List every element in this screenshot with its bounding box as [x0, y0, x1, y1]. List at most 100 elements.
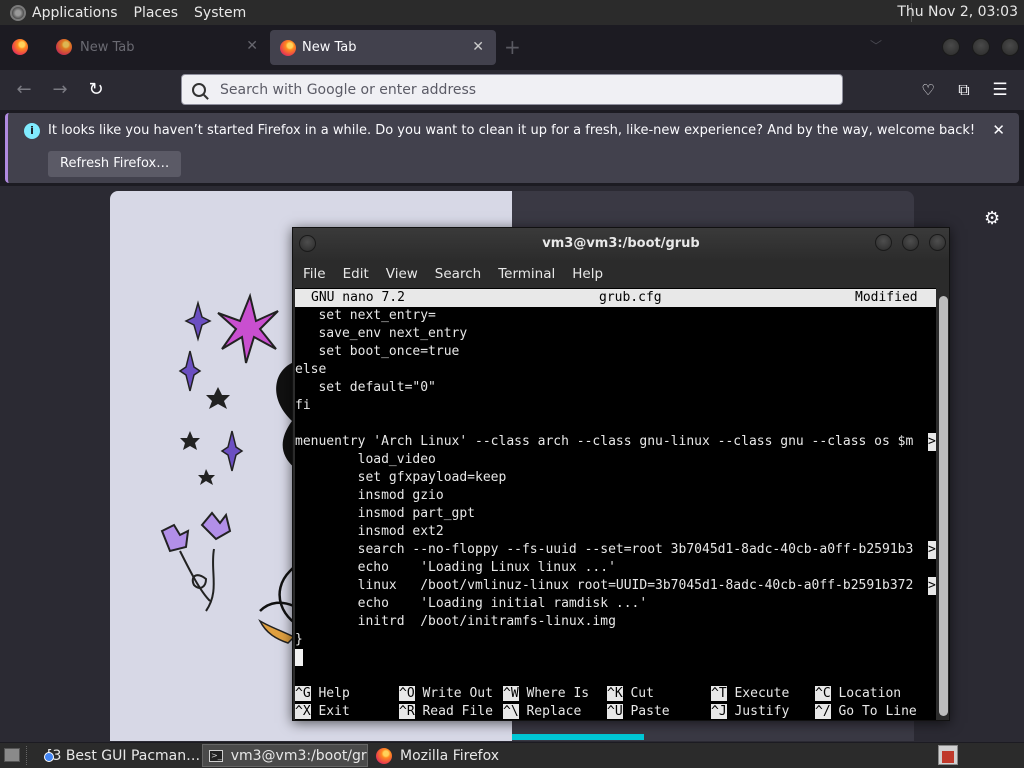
search-icon	[192, 82, 206, 97]
menu-view[interactable]: View	[386, 266, 418, 282]
menu-help[interactable]: Help	[572, 266, 603, 282]
terminal-window: vm3@vm3:/boot/grub File Edit View Search…	[292, 227, 950, 721]
shortcut-exit[interactable]: ^X Exit	[295, 703, 350, 720]
url-bar[interactable]	[181, 74, 843, 105]
info-icon: i	[24, 123, 40, 139]
panel-clock[interactable]: Thu Nov 2, 03:03	[897, 4, 1018, 20]
hamburger-menu-icon[interactable]: ☰	[988, 78, 1012, 102]
shortcut-location[interactable]: ^C Location	[815, 685, 901, 703]
close-icon[interactable]: ✕	[992, 121, 1005, 139]
minimize-button[interactable]	[875, 234, 892, 251]
terminal-menubar: File Edit View Search Terminal Help	[293, 260, 949, 288]
text-cursor	[295, 649, 303, 666]
bottom-taskbar: [3 Best GUI Pacman… >_ vm3@vm3:/boot/gr……	[0, 743, 1024, 768]
top-panel: Applications Places System Thu Nov 2, 03…	[0, 0, 1024, 25]
code-line: echo 'Loading initial ramdisk ...'	[295, 596, 648, 611]
applications-icon[interactable]	[10, 4, 26, 21]
firefox-icon	[280, 39, 296, 56]
code-line: set default="0"	[295, 380, 436, 395]
tab-title: New Tab	[302, 40, 357, 55]
menu-search[interactable]: Search	[435, 266, 481, 282]
shortcut-read-file[interactable]: ^R Read File	[399, 703, 493, 720]
code-line: insmod part_gpt	[295, 506, 476, 521]
task-terminal-window[interactable]: >_ vm3@vm3:/boot/gr…	[202, 744, 368, 767]
forward-arrow-icon[interactable]: →	[48, 78, 72, 102]
shortcut-where-is[interactable]: ^W Where Is	[503, 685, 589, 703]
new-tab-plus-icon[interactable]: +	[504, 35, 521, 59]
extensions-icon[interactable]: ⧉	[952, 78, 976, 102]
truncation-marker: >	[928, 433, 936, 451]
maximize-button[interactable]	[972, 38, 990, 56]
code-line: insmod gzio	[295, 488, 444, 503]
task-firefox-window[interactable]: Mozilla Firefox	[370, 744, 536, 767]
code-line: search --no-floppy --fs-uuid --set=root …	[295, 542, 914, 557]
loading-progress-bar	[512, 734, 644, 740]
reload-icon[interactable]: ↻	[84, 78, 108, 102]
code-line: set boot_once=true	[295, 344, 460, 359]
code-line: insmod ext2	[295, 524, 444, 539]
show-desktop-icon[interactable]	[4, 748, 20, 762]
refresh-notification: i It looks like you haven’t started Fire…	[5, 113, 1019, 183]
menu-file[interactable]: File	[303, 266, 326, 282]
code-line: save_env next_entry	[295, 326, 468, 341]
menu-system[interactable]: System	[194, 5, 246, 21]
nano-filename: grub.cfg	[599, 290, 662, 305]
firefox-icon	[56, 39, 72, 55]
shortcut-execute[interactable]: ^T Execute	[711, 685, 789, 703]
code-line: else	[295, 362, 327, 377]
nano-editor[interactable]: GNU nano 7.2 grub.cfg Modified set next_…	[295, 288, 936, 720]
firefox-view-icon[interactable]	[12, 39, 28, 55]
menu-edit[interactable]: Edit	[343, 266, 369, 282]
close-icon[interactable]: ✕	[472, 39, 484, 55]
chevron-down-icon[interactable]: ﹀	[870, 37, 882, 54]
shortcut-replace[interactable]: ^\ Replace	[503, 703, 581, 720]
task-chrome-window[interactable]: [3 Best GUI Pacman…	[34, 744, 200, 767]
back-arrow-icon[interactable]: ←	[12, 78, 36, 102]
gear-icon[interactable]: ⚙	[984, 210, 1002, 228]
firefox-icon	[376, 747, 392, 764]
shortcut-paste[interactable]: ^U Paste	[607, 703, 670, 720]
menu-terminal[interactable]: Terminal	[498, 266, 555, 282]
code-line: echo 'Loading Linux linux ...'	[295, 560, 616, 575]
terminal-titlebar[interactable]: vm3@vm3:/boot/grub	[293, 228, 949, 260]
tray-app-icon[interactable]	[938, 745, 958, 765]
nano-status: Modified	[855, 290, 918, 305]
shortcut-go-to-line[interactable]: ^/ Go To Line	[815, 703, 917, 720]
code-line: set next_entry=	[295, 308, 436, 323]
shortcut-justify[interactable]: ^J Justify	[711, 703, 789, 720]
task-label: [3 Best GUI Pacman…	[47, 747, 200, 764]
code-line: set gfxpayload=keep	[295, 470, 507, 485]
maximize-button[interactable]	[902, 234, 919, 251]
truncation-marker: >	[928, 577, 936, 595]
shortcut-cut[interactable]: ^K Cut	[607, 685, 654, 703]
menu-applications[interactable]: Applications	[32, 5, 118, 21]
task-label: vm3@vm3:/boot/gr…	[230, 747, 368, 764]
shortcut-help[interactable]: ^G Help	[295, 685, 350, 703]
shortcut-write-out[interactable]: ^O Write Out	[399, 685, 493, 703]
code-line: linux /boot/vmlinuz-linux root=UUID=3b70…	[295, 578, 914, 593]
terminal-title: vm3@vm3:/boot/grub	[542, 236, 700, 251]
minimize-button[interactable]	[942, 38, 960, 56]
navigation-toolbar: ← → ↻ ♡ ⧉ ☰	[0, 70, 1024, 110]
notification-message: It looks like you haven’t started Firefo…	[48, 123, 976, 138]
pocket-icon[interactable]: ♡	[916, 78, 940, 102]
tab-active[interactable]: New Tab ✕	[270, 30, 496, 65]
menu-places[interactable]: Places	[134, 5, 179, 21]
code-line: initrd /boot/initramfs-linux.img	[295, 614, 616, 629]
close-icon[interactable]: ✕	[246, 38, 258, 54]
code-line: fi	[295, 398, 311, 413]
truncation-marker: >	[928, 541, 936, 559]
scrollbar-thumb[interactable]	[939, 296, 948, 716]
window-menu-icon[interactable]	[299, 235, 316, 252]
code-line: load_video	[295, 452, 436, 467]
terminal-scrollbar[interactable]	[938, 288, 949, 720]
tab-strip: New Tab ✕ New Tab ✕ + ﹀	[0, 25, 1024, 70]
refresh-firefox-button[interactable]: Refresh Firefox…	[48, 151, 182, 177]
tab-background[interactable]: New Tab ✕	[44, 31, 266, 63]
url-input[interactable]	[220, 81, 820, 98]
tab-title: New Tab	[80, 39, 135, 55]
close-window-button[interactable]	[929, 234, 946, 251]
close-window-button[interactable]	[1001, 38, 1019, 56]
code-line: }	[295, 632, 303, 647]
terminal-icon: >_	[209, 749, 223, 762]
